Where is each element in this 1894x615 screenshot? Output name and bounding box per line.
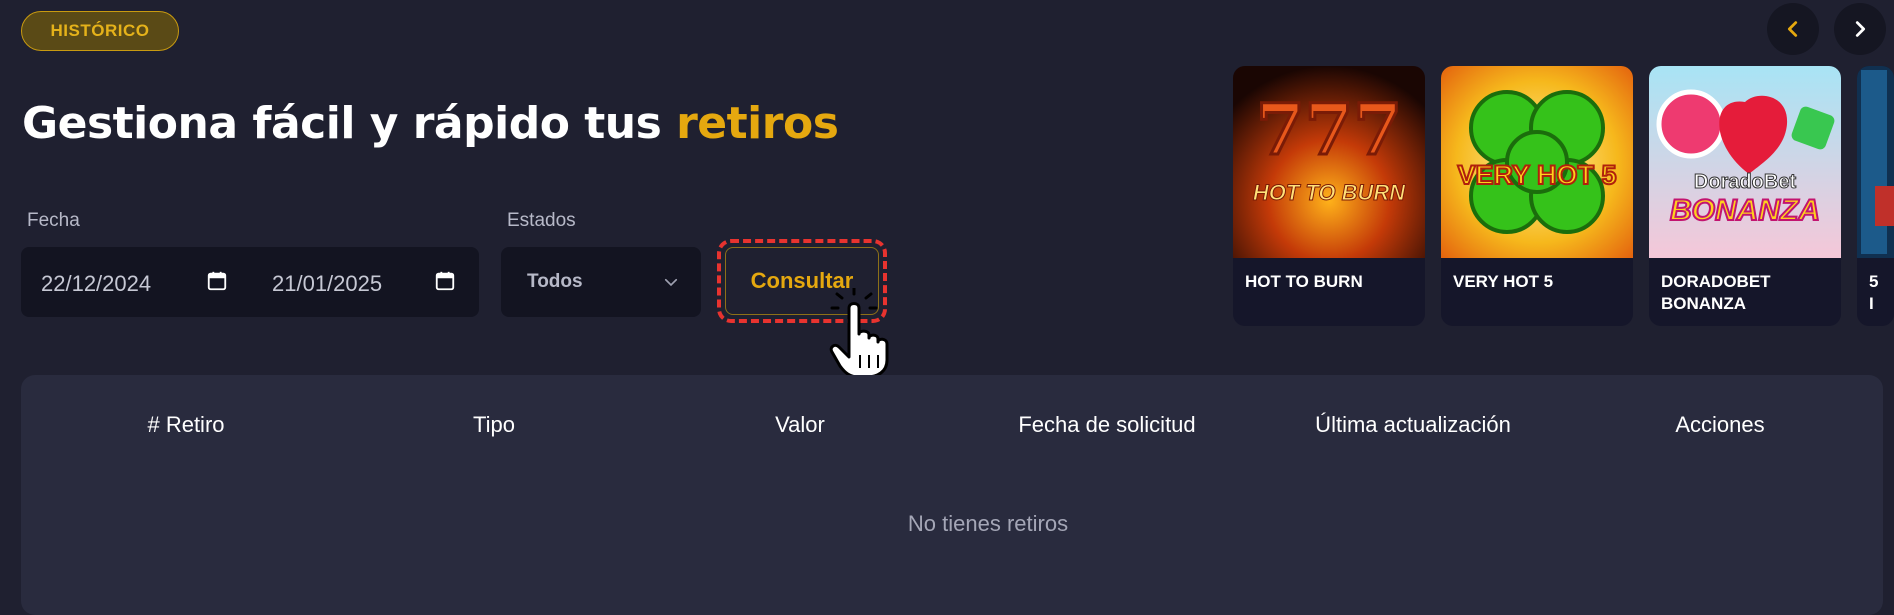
game-title: DORADOBET BONANZA [1661,272,1771,313]
status-select-value: Todos [527,271,583,292]
historico-badge[interactable]: HISTÓRICO [21,11,179,51]
game-title: 5 I [1869,272,1879,313]
column-header-valor[interactable]: Valor [775,412,825,438]
game-title: VERY HOT 5 [1453,272,1554,291]
carousel-next-button[interactable] [1834,3,1886,55]
calendar-icon[interactable] [434,270,456,292]
empty-state-message: No tienes retiros [907,511,1069,536]
game-card-very-hot-5[interactable]: VERY HOT 5 VERY HOT 5 [1441,66,1633,326]
status-select[interactable]: Todos [501,247,701,317]
column-header-fecha-solicitud[interactable]: Fecha de solicitud [1018,412,1195,438]
date-range-field: 22/12/2024 21/01/2025 [21,247,479,317]
calendar-icon[interactable] [206,270,228,292]
column-header-acciones[interactable]: Acciones [1675,412,1764,438]
game-thumbnail: DoradoBet BONANZA [1649,66,1841,258]
chevron-down-icon [664,278,678,287]
game-thumb-label: BONANZA [1670,194,1820,227]
game-thumb-label: HOT TO BURN [1253,180,1406,205]
hand-cursor-icon [829,288,889,378]
game-thumbnail: 777 HOT TO BURN [1233,66,1425,258]
status-label: Estados [507,210,576,231]
date-from-input[interactable]: 22/12/2024 [41,271,151,297]
page-title-main: Gestiona fácil y rápido tus [22,98,677,149]
column-header-retiro[interactable]: # Retiro [147,412,224,438]
game-card-partial[interactable]: 5 I [1857,66,1894,326]
game-title: HOT TO BURN [1245,272,1363,291]
game-card-doradobet-bonanza[interactable]: DoradoBet BONANZA DORADOBET BONANZA [1649,66,1841,326]
game-thumb-label: VERY HOT 5 [1457,160,1616,190]
withdrawals-table [21,375,1883,615]
page-title: Gestiona fácil y rápido tus retiros [22,98,839,149]
date-to-input[interactable]: 21/01/2025 [272,271,382,297]
svg-text:777: 777 [1256,88,1402,171]
page-title-accent: retiros [676,98,839,149]
carousel-prev-button[interactable] [1767,3,1819,55]
column-header-ultima-actualizacion[interactable]: Última actualización [1315,412,1511,438]
game-thumbnail [1857,66,1894,258]
date-label: Fecha [27,210,80,231]
game-card-hot-to-burn[interactable]: 777 HOT TO BURN HOT TO BURN [1233,66,1425,326]
game-thumbnail: VERY HOT 5 [1441,66,1633,258]
chevron-left-icon [1787,21,1798,37]
game-thumb-label: DoradoBet [1694,171,1797,193]
column-header-tipo[interactable]: Tipo [473,412,515,438]
chevron-right-icon [1855,21,1866,37]
